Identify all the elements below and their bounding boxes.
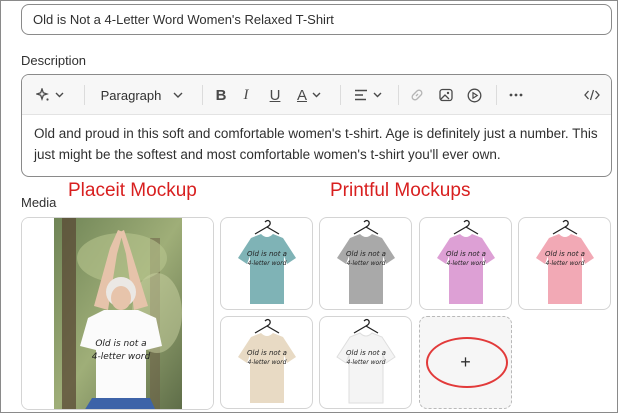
- media-tile-white-shirt[interactable]: Old is not a 4-letter word: [319, 316, 412, 409]
- media-tile-main-photo[interactable]: Old is not a 4-letter word: [21, 217, 214, 410]
- printful-annotation: Printful Mockups: [330, 180, 471, 201]
- toolbar-divider: [398, 85, 399, 105]
- tshirt-image: Old is not a 4-letter word: [337, 219, 395, 304]
- toolbar-divider: [84, 85, 85, 105]
- toolbar-divider: [340, 85, 341, 105]
- shirt-text-1: Old is not a: [247, 250, 287, 258]
- image-icon[interactable]: [437, 75, 455, 115]
- video-icon[interactable]: [465, 75, 483, 115]
- bold-icon[interactable]: B: [212, 75, 230, 115]
- underline-icon[interactable]: U: [266, 75, 284, 115]
- media-tile-cream-shirt[interactable]: Old is not a 4-letter word: [220, 316, 313, 409]
- shirt-text-2: 4-letter word: [347, 359, 386, 366]
- description-editor[interactable]: Paragraph B I U A Old and proud in this …: [21, 74, 612, 177]
- tshirt-image: Old is not a 4-letter word: [437, 219, 495, 304]
- tshirt-image: Old is not a 4-letter word: [336, 318, 396, 404]
- shirt-text-2: 4-letter word: [447, 260, 486, 267]
- media-label: Media: [21, 195, 57, 210]
- paragraph-select[interactable]: Paragraph: [96, 75, 188, 115]
- description-text[interactable]: Old and proud in this soft and comfortab…: [22, 115, 611, 173]
- shirt-text-1: Old is not a: [446, 250, 486, 258]
- more-icon[interactable]: [506, 75, 526, 115]
- toolbar-divider: [202, 85, 203, 105]
- editor-toolbar: Paragraph B I U A: [22, 75, 611, 115]
- paragraph-label: Paragraph: [100, 87, 162, 103]
- description-label: Description: [21, 53, 87, 68]
- highlight-circle-annotation: [426, 337, 508, 388]
- media-tile-teal-shirt[interactable]: Old is not a 4-letter word: [220, 217, 313, 310]
- media-tile-pink-shirt[interactable]: Old is not a 4-letter word: [518, 217, 611, 310]
- magic-icon[interactable]: [30, 75, 70, 115]
- chevron-down-icon: [173, 92, 183, 98]
- toolbar-divider: [496, 85, 497, 105]
- italic-icon[interactable]: I: [237, 75, 255, 115]
- lifestyle-photo: Old is not a 4-letter word: [22, 218, 213, 409]
- align-icon[interactable]: [350, 75, 386, 115]
- tshirt-image: Old is not a 4-letter word: [238, 318, 296, 403]
- media-tile-gray-shirt[interactable]: Old is not a 4-letter word: [319, 217, 412, 310]
- shirt-text-2: 4-letter word: [248, 260, 287, 267]
- shirt-text-1: Old is not a: [247, 349, 287, 357]
- code-icon[interactable]: [582, 75, 602, 115]
- shirt-text-1: Old is not a: [346, 349, 386, 357]
- product-title-input[interactable]: Old is Not a 4-Letter Word Women's Relax…: [21, 4, 612, 35]
- placeit-annotation: Placeit Mockup: [68, 180, 197, 201]
- tshirt-image: Old is not a 4-letter word: [238, 219, 296, 304]
- photo-shirt-text-1: Old is not a: [95, 339, 146, 349]
- shirt-text-2: 4-letter word: [347, 260, 386, 267]
- media-tile-orchid-shirt[interactable]: Old is not a 4-letter word: [419, 217, 512, 310]
- chevron-down-icon: [55, 92, 64, 98]
- link-icon[interactable]: [408, 75, 426, 115]
- tshirt-image: Old is not a 4-letter word: [536, 219, 594, 304]
- shirt-text-2: 4-letter word: [546, 260, 585, 267]
- text-color-icon[interactable]: A: [292, 75, 326, 115]
- shirt-text-1: Old is not a: [346, 250, 386, 258]
- chevron-down-icon: [373, 92, 382, 98]
- chevron-down-icon: [312, 92, 321, 98]
- photo-shirt-text-2: 4-letter word: [92, 352, 151, 362]
- shirt-text-1: Old is not a: [545, 250, 585, 258]
- shirt-text-2: 4-letter word: [248, 359, 287, 366]
